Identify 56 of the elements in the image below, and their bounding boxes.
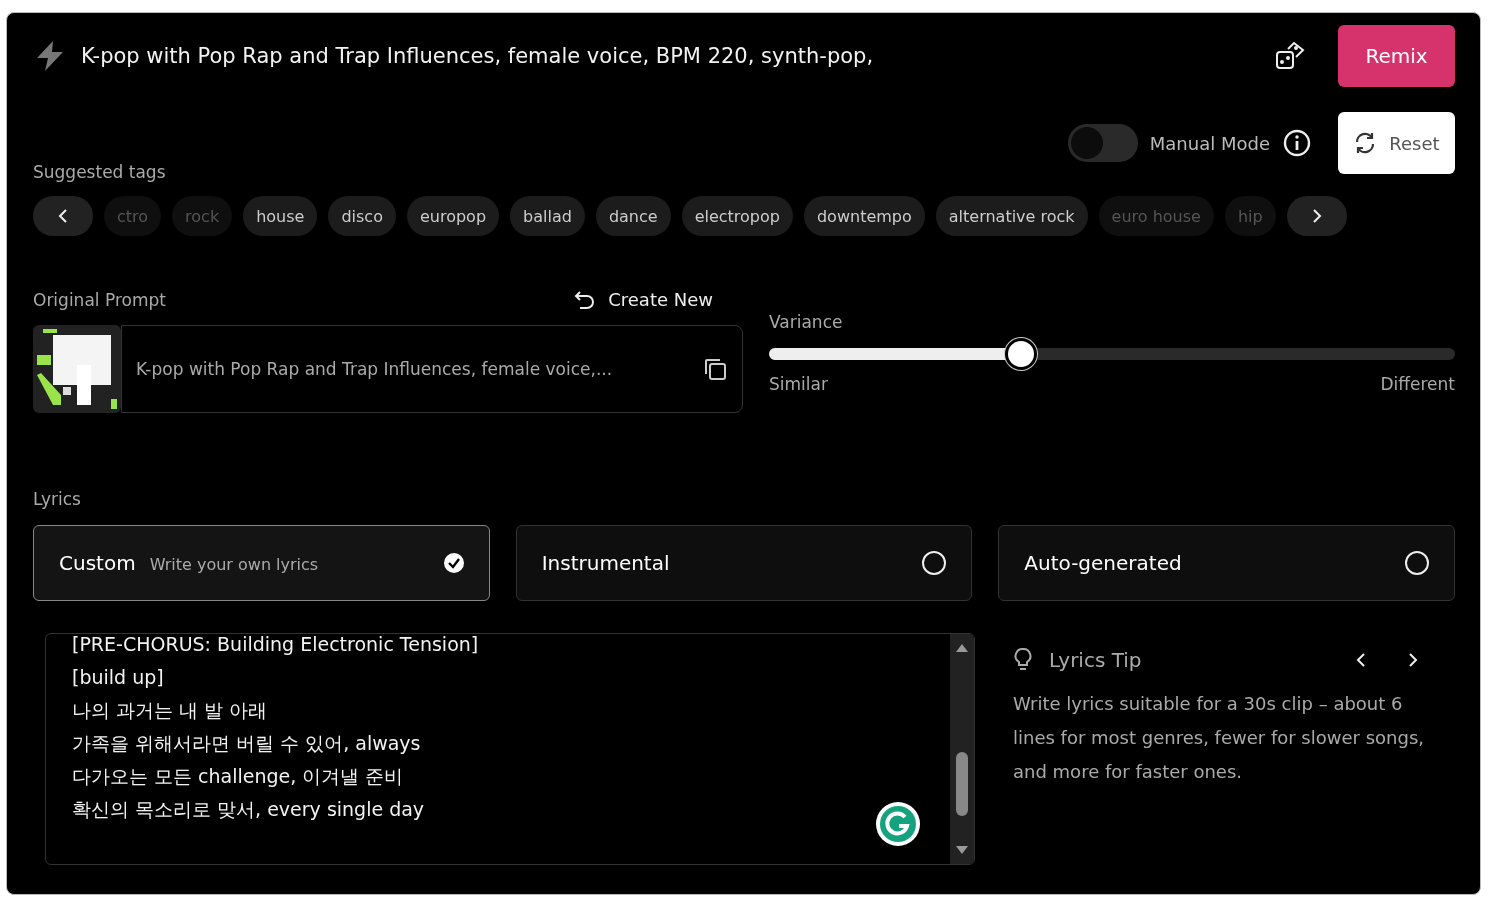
original-prompt-text: K-pop with Pop Rap and Trap Influences, female voice,... xyxy=(136,359,613,379)
lyrics-option[interactable]: Custom Write your own lyrics xyxy=(33,525,490,601)
scrollbar-thumb[interactable] xyxy=(956,752,968,816)
section-title: Suggested tags xyxy=(33,162,167,182)
section-title: Lyrics xyxy=(33,489,82,509)
assistant-badge-icon xyxy=(874,800,922,848)
reset-button[interactable]: Reset xyxy=(1338,112,1455,174)
prompt-text: K-pop with Pop Rap and Trap Influences, female voice, BPM 220, synth-pop, xyxy=(81,44,875,68)
tag-chip[interactable]: ballad xyxy=(510,196,585,236)
tip-title: Lyrics Tip xyxy=(1049,648,1143,672)
lyrics-line: 확신의 목소리로 맞서, every single day xyxy=(72,797,425,822)
dice-icon xyxy=(1274,40,1306,72)
tag-chip[interactable]: house xyxy=(243,196,318,236)
lyrics-editor[interactable]: [PRE-CHORUS: Building Electronic Tension] [build up] 나의 과거는 내 발 아래 가족을 위해서라면 버릴 수 있어, always 다가오는 모든 challenge, 이겨낼 준비 확신의 목소리로 맞서, every single day xyxy=(45,633,975,865)
scroll-up-icon xyxy=(955,642,969,652)
lyrics-line: 나의 과거는 내 발 아래 xyxy=(72,698,268,723)
manual-mode-label: Manual Mode xyxy=(1149,132,1270,154)
copy-button[interactable] xyxy=(702,356,728,382)
lyrics-line: 가족을 위해서라면 버릴 수 있어, always xyxy=(72,731,421,756)
radio-circle-icon xyxy=(1404,550,1430,576)
create-new-button[interactable]: Create New xyxy=(568,288,719,311)
undo-arrow-icon xyxy=(574,289,597,310)
tag-chip[interactable]: downtempo xyxy=(803,196,925,236)
next-tip-button[interactable] xyxy=(1407,652,1419,668)
slider-thumb[interactable] xyxy=(1005,338,1038,370)
dice-button[interactable] xyxy=(1274,40,1306,72)
copy-icon xyxy=(702,356,728,382)
lyrics-line: [PRE-CHORUS: Building Electronic Tension] xyxy=(72,634,479,657)
tip-text: Write lyrics suitable for a 30s clip – about 6 lines for most genres, fewer for slower songs, and more for faster ones. xyxy=(1013,692,1425,784)
radio-circle-icon xyxy=(921,550,948,576)
check-circle-icon xyxy=(442,552,465,574)
slider-max-label: Different xyxy=(1380,374,1455,394)
previous-tip-button[interactable] xyxy=(1355,652,1367,668)
lyrics-option[interactable]: Auto-generated xyxy=(998,525,1455,601)
scroll-down-icon xyxy=(955,846,969,856)
lyrics-line: [build up] xyxy=(72,665,164,690)
info-icon xyxy=(1282,128,1312,158)
chevron-right-icon xyxy=(1310,208,1323,224)
tag-chip[interactable]: europop xyxy=(406,196,500,236)
chevron-right-icon xyxy=(1407,652,1419,668)
variance-label: Variance xyxy=(769,312,844,332)
variance-slider[interactable] xyxy=(769,338,1455,370)
tag-chip[interactable]: electropop xyxy=(681,196,793,236)
tag-chip[interactable]: disco xyxy=(328,196,396,236)
lyrics-option[interactable]: Instrumental xyxy=(515,525,973,601)
chevron-left-icon xyxy=(1355,652,1367,668)
lightbulb-icon xyxy=(1013,647,1033,673)
tag-chip[interactable]: alternative rock xyxy=(935,196,1088,236)
section-title: Original Prompt xyxy=(33,289,166,310)
lyrics-line: 다가오는 모든 challenge, 이겨낼 준비 xyxy=(72,764,404,789)
manual-mode-toggle[interactable] xyxy=(1067,124,1138,162)
slider-min-label: Similar xyxy=(769,374,828,394)
chevron-left-icon xyxy=(57,208,69,224)
tag-chip[interactable]: dance xyxy=(595,196,671,236)
scrollbar[interactable] xyxy=(950,634,974,864)
remix-button[interactable]: Remix xyxy=(1338,25,1455,87)
